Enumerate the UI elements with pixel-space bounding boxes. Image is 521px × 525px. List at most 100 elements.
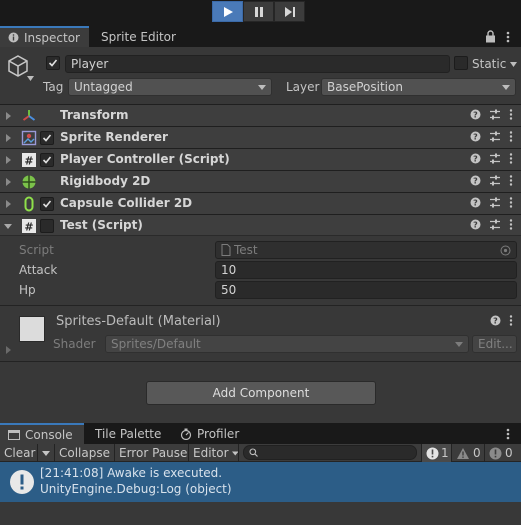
component-enabled-checkbox[interactable] — [40, 219, 54, 233]
component-title: Player Controller (Script) — [60, 152, 230, 166]
fold-arrow-icon[interactable] — [4, 224, 12, 229]
presets-icon[interactable] — [489, 153, 501, 164]
console-tab-menu-icon[interactable] — [506, 428, 510, 440]
component-menu-icon[interactable] — [509, 197, 513, 208]
component-menu-icon[interactable] — [509, 175, 513, 186]
log-entry[interactable]: [21:41:08] Awake is executed. UnityEngin… — [0, 462, 521, 502]
editor-dropdown[interactable]: Editor — [189, 444, 239, 462]
presets-icon[interactable] — [489, 175, 501, 186]
log-line-2: UnityEngine.Debug:Log (object) — [40, 482, 232, 496]
icon-dropdown-arrow-icon[interactable] — [27, 76, 34, 81]
shader-dropdown[interactable]: Sprites/Default — [105, 335, 469, 353]
fold-arrow-icon[interactable] — [6, 178, 11, 186]
step-button[interactable] — [274, 1, 305, 22]
help-icon[interactable]: ? — [490, 315, 501, 326]
help-icon[interactable]: ? — [470, 153, 481, 164]
component-rigidbody-2d[interactable]: Rigidbody 2D ? — [0, 170, 521, 192]
error-pause-label: Error Pause — [119, 446, 188, 460]
component-enabled-checkbox[interactable] — [40, 153, 54, 167]
component-tools: ? — [470, 153, 513, 164]
shader-edit-button[interactable]: Edit... — [472, 335, 517, 353]
static-dropdown-arrow-icon[interactable] — [510, 62, 517, 67]
play-icon — [223, 6, 233, 17]
help-icon[interactable]: ? — [470, 109, 481, 120]
svg-text:?: ? — [473, 155, 478, 164]
presets-icon[interactable] — [489, 197, 501, 208]
help-icon[interactable]: ? — [470, 175, 481, 186]
log-count: 1 — [441, 446, 449, 460]
material-fold-arrow-icon[interactable] — [6, 346, 11, 354]
attack-label: Attack — [19, 263, 58, 277]
check-icon — [42, 200, 52, 208]
presets-icon[interactable] — [489, 219, 501, 230]
collapse-label: Collapse — [59, 446, 110, 460]
component-title: Transform — [60, 108, 129, 122]
tab-inspector[interactable]: Inspector — [0, 26, 89, 47]
help-icon[interactable]: ? — [470, 131, 481, 142]
component-enabled-checkbox[interactable] — [40, 197, 54, 211]
component-menu-icon[interactable] — [509, 153, 513, 164]
tab-menu-icon[interactable] — [506, 31, 510, 43]
shader-dropdown-arrow-icon — [455, 342, 463, 347]
hp-input[interactable]: 50 — [215, 281, 517, 299]
active-checkbox[interactable] — [46, 56, 60, 70]
component-menu-icon[interactable] — [509, 109, 513, 120]
material-menu-icon[interactable] — [509, 315, 513, 326]
tab-tile-palette[interactable]: Tile Palette — [95, 423, 161, 444]
info-message-icon — [426, 447, 439, 459]
script-icon: # — [22, 219, 36, 234]
presets-icon[interactable] — [489, 131, 501, 142]
fold-arrow-icon[interactable] — [6, 156, 11, 164]
warning-filter-toggle[interactable]: 0 — [452, 444, 485, 462]
fold-arrow-icon[interactable] — [6, 112, 11, 120]
script-field: Test — [215, 241, 517, 259]
chevron-down-icon — [231, 450, 238, 456]
component-enabled-checkbox[interactable] — [40, 131, 54, 145]
profiler-icon — [180, 428, 192, 440]
error-filter-toggle[interactable]: 0 — [485, 444, 521, 462]
sprite-renderer-icon — [21, 130, 37, 146]
add-component-button[interactable]: Add Component — [146, 381, 376, 405]
tab-console[interactable]: Console — [0, 423, 84, 444]
presets-icon[interactable] — [489, 109, 501, 120]
play-button[interactable] — [212, 1, 243, 22]
pause-button[interactable] — [243, 1, 274, 22]
clear-label: Clear — [4, 446, 36, 460]
tab-console-label: Console — [25, 427, 73, 442]
help-icon[interactable]: ? — [470, 197, 481, 208]
component-transform[interactable]: Transform ? — [0, 104, 521, 126]
log-filter-toggle[interactable]: 1 — [421, 444, 452, 462]
svg-text:?: ? — [473, 177, 478, 186]
console-search-input[interactable] — [243, 445, 417, 460]
fold-arrow-icon[interactable] — [6, 200, 11, 208]
gameobject-cube-icon — [8, 55, 28, 77]
inspector-tab-bar: Inspector Sprite Editor — [0, 26, 521, 47]
object-name-input[interactable]: Player — [65, 55, 450, 73]
component-sprite-renderer[interactable]: Sprite Renderer ? — [0, 126, 521, 148]
svg-text:?: ? — [473, 221, 478, 230]
transform-icon — [22, 110, 36, 121]
clear-options-dropdown[interactable] — [38, 444, 55, 462]
component-player-controller[interactable]: # Player Controller (Script) ? — [0, 148, 521, 170]
tab-profiler[interactable]: Profiler — [180, 423, 239, 444]
lock-icon[interactable] — [485, 30, 496, 43]
component-menu-icon[interactable] — [509, 219, 513, 230]
static-checkbox[interactable] — [454, 56, 468, 70]
tab-sprite-editor[interactable]: Sprite Editor — [101, 26, 176, 47]
layer-dropdown-arrow-icon — [502, 85, 510, 90]
chevron-down-icon — [42, 450, 50, 456]
add-component-label: Add Component — [212, 386, 310, 400]
help-icon[interactable]: ? — [470, 219, 481, 230]
component-test-script[interactable]: # Test (Script) ? — [0, 214, 521, 236]
layer-dropdown[interactable]: BasePosition — [321, 78, 516, 96]
component-capsule-collider-2d[interactable]: Capsule Collider 2D ? — [0, 192, 521, 214]
collapse-button[interactable]: Collapse — [55, 444, 115, 462]
fold-arrow-icon[interactable] — [6, 134, 11, 142]
tag-value: Untagged — [74, 80, 133, 94]
attack-input[interactable]: 10 — [215, 261, 517, 279]
component-menu-icon[interactable] — [509, 131, 513, 142]
error-pause-button[interactable]: Error Pause — [115, 444, 189, 462]
tag-dropdown[interactable]: Untagged — [68, 78, 272, 96]
clear-button[interactable]: Clear — [0, 444, 38, 462]
tab-tile-palette-label: Tile Palette — [95, 426, 162, 441]
